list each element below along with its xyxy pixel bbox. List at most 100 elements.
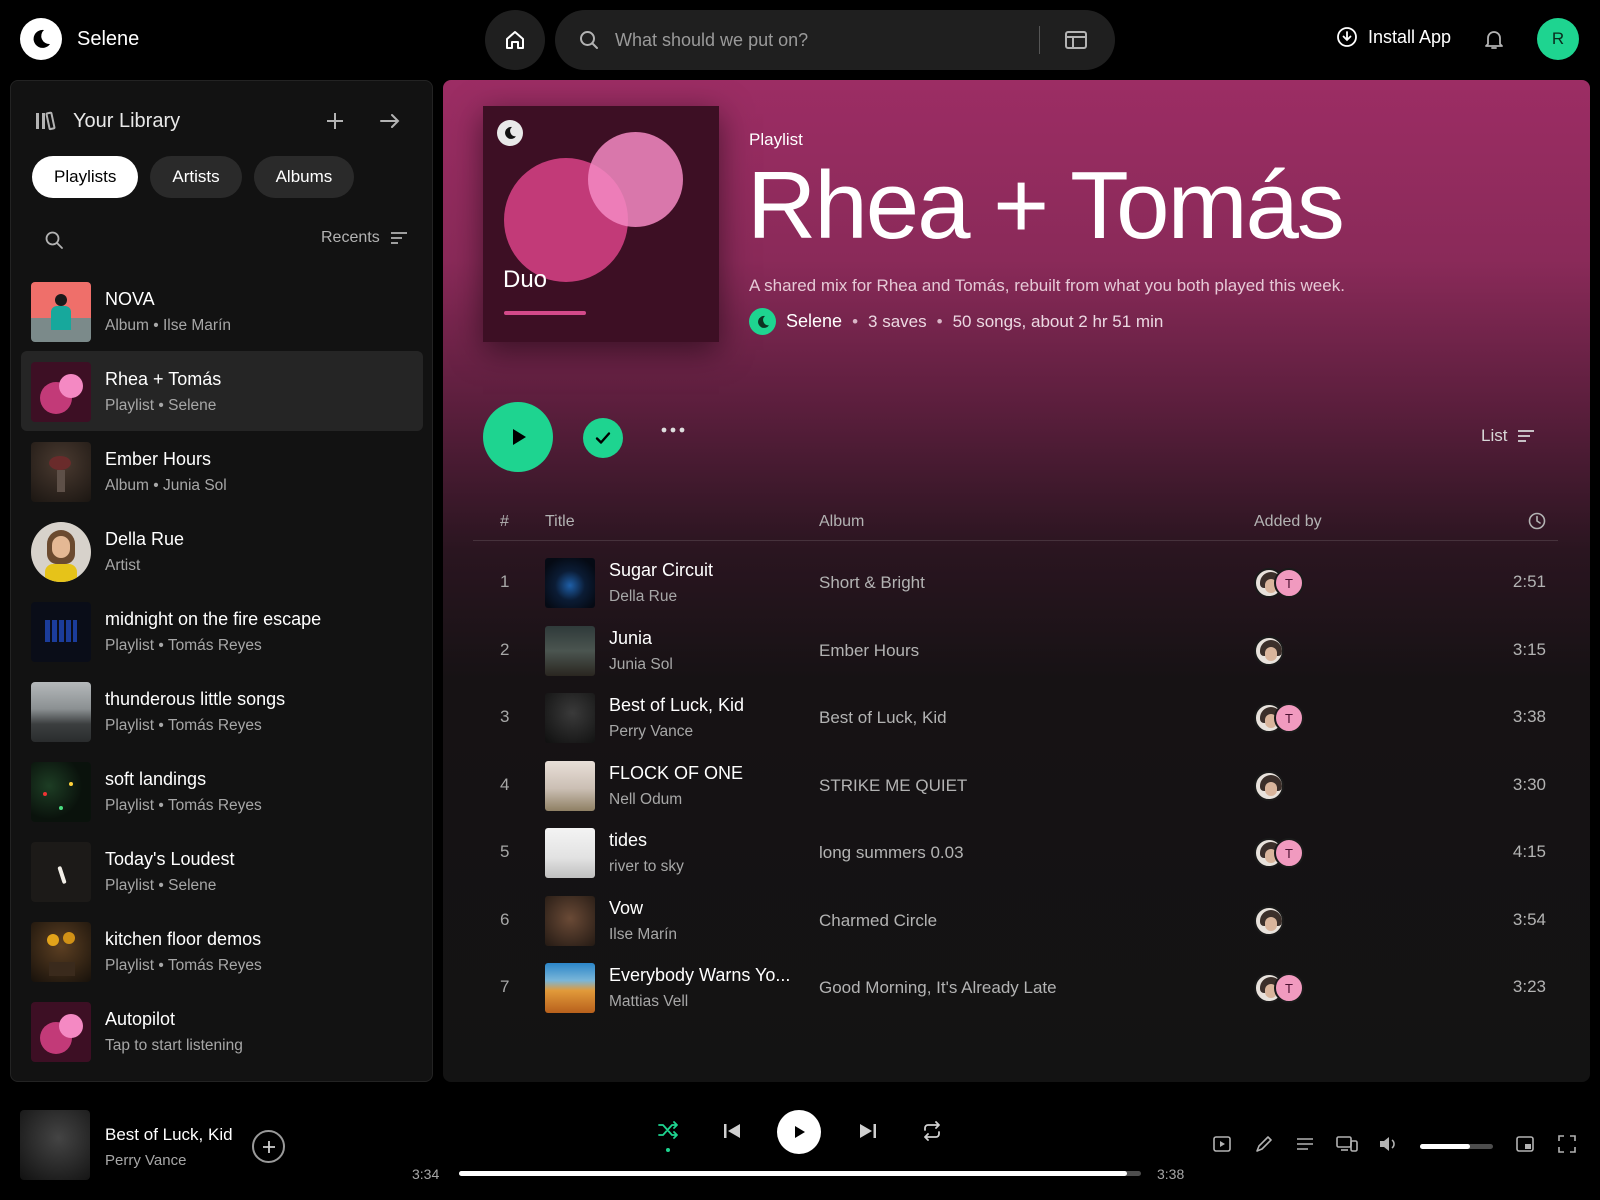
library-item[interactable]: midnight on the fire escape Playlist • T… <box>21 591 423 671</box>
library-item-name: midnight on the fire escape <box>105 609 322 629</box>
avatar-badge: T <box>1274 703 1304 733</box>
arrow-right-icon[interactable] <box>379 111 401 131</box>
check-icon <box>595 432 611 444</box>
col-title[interactable]: Title <box>545 513 575 531</box>
track-number: 7 <box>500 977 510 996</box>
track-artist[interactable]: river to sky <box>609 858 684 876</box>
shuffle-button[interactable] <box>656 1118 680 1142</box>
repeat-button[interactable] <box>920 1119 944 1143</box>
now-playing-title[interactable]: Best of Luck, Kid <box>105 1125 233 1145</box>
install-app-button[interactable]: Install App <box>1336 26 1451 48</box>
track-row[interactable]: 5 tides river to sky long summers 0.03 T… <box>473 820 1558 888</box>
skip-back-icon <box>724 1124 740 1138</box>
library-item[interactable]: Ember Hours Album • Junia Sol <box>21 431 423 511</box>
avatar <box>1254 905 1284 936</box>
browse-icon[interactable] <box>1063 27 1089 53</box>
home-button[interactable] <box>485 10 545 70</box>
queue-icon[interactable] <box>1295 1134 1315 1154</box>
view-mode-toggle[interactable]: List <box>1481 426 1535 446</box>
library-item-name: Ember Hours <box>105 449 212 469</box>
track-artist[interactable]: Della Rue <box>609 588 677 606</box>
search-input[interactable] <box>615 24 1035 56</box>
track-row[interactable]: 7 Everybody Warns Yo... Mattias Vell Goo… <box>473 955 1558 1023</box>
fullscreen-icon[interactable] <box>1557 1134 1577 1154</box>
library-item[interactable]: NOVA Album • Ilse Marín <box>21 271 423 351</box>
track-title[interactable]: Everybody Warns Yo... <box>609 965 790 986</box>
track-artist[interactable]: Perry Vance <box>609 723 693 741</box>
mini-player-icon[interactable] <box>1515 1134 1535 1154</box>
track-title[interactable]: Best of Luck, Kid <box>609 695 744 716</box>
track-row[interactable]: 3 Best of Luck, Kid Perry Vance Best of … <box>473 685 1558 753</box>
playlist-view: Duo Playlist Rhea + Tomás A shared mix f… <box>443 80 1590 1082</box>
library-item[interactable]: thunderous little songs Playlist • Tomás… <box>21 671 423 751</box>
track-row[interactable]: 6 Vow Ilse Marín Charmed Circle 3:54 <box>473 888 1558 956</box>
volume-slider[interactable] <box>1420 1144 1493 1149</box>
sort-list-icon <box>390 232 407 244</box>
saved-button[interactable] <box>583 418 623 458</box>
playlist-summary: 50 songs, about 2 hr 51 min <box>952 311 1164 331</box>
chip-artists[interactable]: Artists <box>150 156 242 198</box>
track-row[interactable]: 1 Sugar Circuit Della Rue Short & Bright… <box>473 550 1558 618</box>
track-album[interactable]: Charmed Circle <box>819 911 937 931</box>
track-title[interactable]: Vow <box>609 898 643 919</box>
library-item-name: thunderous little songs <box>105 689 286 709</box>
library-panel: Your Library Playlists Artists Albums Re… <box>10 80 433 1082</box>
playlist-description: A shared mix for Rhea and Tomás, rebuilt… <box>749 276 1345 295</box>
library-item-selected[interactable]: Rhea + Tomás Playlist • Selene <box>21 351 423 431</box>
chip-playlists[interactable]: Playlists <box>32 156 139 198</box>
add-to-library-button[interactable] <box>252 1130 285 1163</box>
now-playing-artist[interactable]: Perry Vance <box>105 1152 186 1169</box>
track-album[interactable]: Short & Bright <box>819 573 925 593</box>
progress-bar[interactable] <box>459 1171 1141 1176</box>
track-album[interactable]: Good Morning, It's Already Late <box>819 978 1057 998</box>
track-title[interactable]: tides <box>609 830 647 851</box>
chip-albums[interactable]: Albums <box>253 156 355 198</box>
avatar-badge: T <box>1274 568 1304 598</box>
track-duration: 3:15 <box>1512 639 1546 659</box>
sort-dropdown[interactable]: Recents <box>321 229 408 247</box>
bell-icon[interactable] <box>1482 27 1506 51</box>
library-item[interactable]: kitchen floor demos Playlist • Tomás Rey… <box>21 911 423 991</box>
track-album[interactable]: Ember Hours <box>819 641 919 661</box>
cover-midnight <box>31 602 91 662</box>
play-button[interactable] <box>483 402 553 472</box>
cover-nova <box>31 282 91 342</box>
next-button[interactable] <box>857 1120 879 1142</box>
track-artist[interactable]: Mattias Vell <box>609 993 688 1011</box>
track-row[interactable]: 4 FLOCK OF ONE Nell Odum STRIKE ME QUIET… <box>473 753 1558 821</box>
track-album[interactable]: long summers 0.03 <box>819 843 964 863</box>
track-row[interactable]: 2 Junia Junia Sol Ember Hours 3:15 <box>473 618 1558 686</box>
cover-duo <box>31 362 91 422</box>
track-artist[interactable]: Nell Odum <box>609 791 682 809</box>
track-album[interactable]: Best of Luck, Kid <box>819 708 947 728</box>
library-item-sub: Playlist • Tomás Reyes <box>105 957 262 974</box>
previous-button[interactable] <box>721 1120 743 1142</box>
track-title[interactable]: Sugar Circuit <box>609 560 713 581</box>
player-play-button[interactable] <box>777 1110 821 1154</box>
library-filter-chips: Playlists Artists Albums <box>32 156 355 198</box>
track-artist[interactable]: Ilse Marín <box>609 926 677 944</box>
track-artist[interactable]: Junia Sol <box>609 656 673 674</box>
track-title[interactable]: Junia <box>609 628 652 649</box>
volume-icon[interactable] <box>1378 1134 1398 1154</box>
col-album[interactable]: Album <box>819 513 864 531</box>
owner-link[interactable]: Selene <box>786 311 842 332</box>
library-item[interactable]: Della Rue Artist <box>21 511 423 591</box>
track-title[interactable]: FLOCK OF ONE <box>609 763 743 784</box>
now-playing-view-icon[interactable] <box>1212 1134 1232 1154</box>
user-avatar[interactable]: R <box>1537 18 1579 60</box>
cover-circle-right <box>588 132 683 227</box>
library-item[interactable]: soft landings Playlist • Tomás Reyes <box>21 751 423 831</box>
lyrics-icon[interactable] <box>1254 1134 1274 1154</box>
more-options-icon[interactable] <box>661 426 685 434</box>
library-header[interactable]: Your Library <box>33 109 180 133</box>
logo-icon[interactable] <box>20 18 62 60</box>
library-item[interactable]: Today's Loudest Playlist • Selene <box>21 831 423 911</box>
sort-label: Recents <box>321 229 380 246</box>
col-added-by[interactable]: Added by <box>1254 513 1322 531</box>
track-album[interactable]: STRIKE ME QUIET <box>819 776 967 796</box>
connect-device-icon[interactable] <box>1336 1134 1358 1154</box>
library-search-icon[interactable] <box>43 229 65 251</box>
library-item[interactable]: Autopilot Tap to start listening <box>21 991 423 1071</box>
plus-icon[interactable] <box>325 111 345 131</box>
